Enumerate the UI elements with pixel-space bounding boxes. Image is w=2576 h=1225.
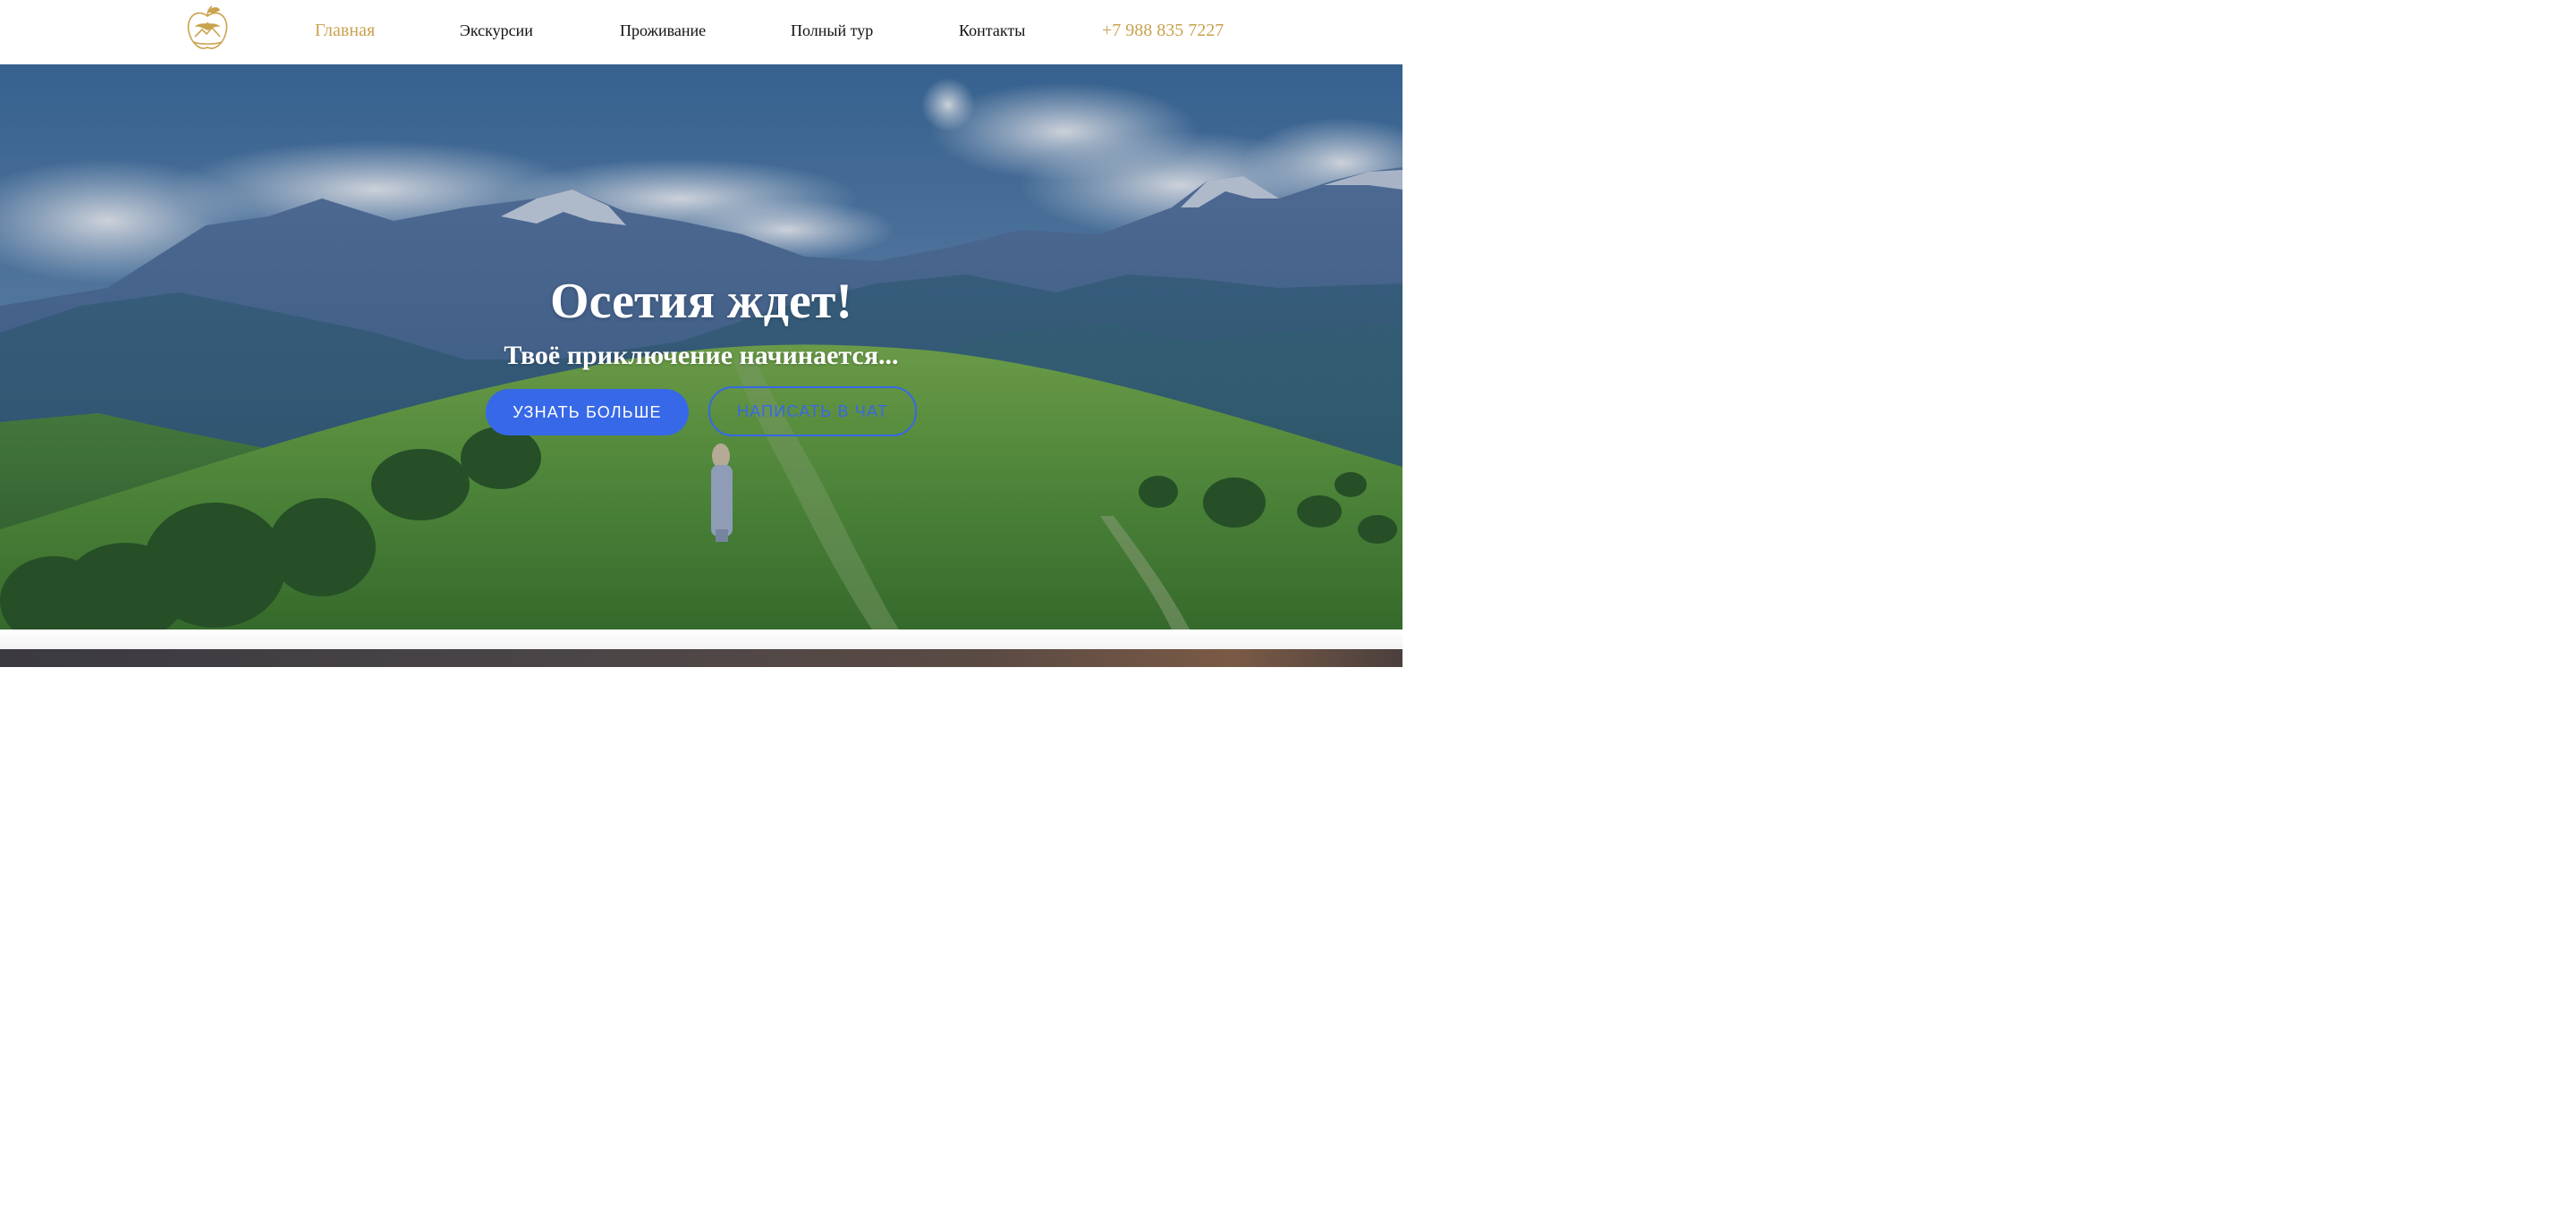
site-header: Главная Экскурсии Проживание Полный тур …	[0, 0, 1402, 64]
next-section-preview	[0, 649, 1402, 667]
nav-item-excursions[interactable]: Экскурсии	[460, 20, 533, 41]
learn-more-button[interactable]: УЗНАТЬ БОЛЬШЕ	[486, 389, 689, 435]
logo-icon[interactable]	[184, 4, 231, 53]
nav-item-accommodation[interactable]: Проживание	[620, 20, 706, 41]
nav-item-contacts[interactable]: Контакты	[959, 20, 1025, 41]
nav-item-home[interactable]: Главная	[315, 20, 375, 41]
hero-section: Осетия ждет! Твоё приключение начинается…	[0, 64, 1402, 629]
nav-item-full-tour[interactable]: Полный тур	[791, 20, 873, 41]
section-divider	[0, 629, 1402, 649]
phone-link[interactable]: +7 988 835 7227	[1102, 19, 1224, 42]
hero-title: Осетия ждет!	[550, 274, 852, 329]
hero-subtitle: Твоё приключение начинается...	[504, 341, 899, 370]
chat-button[interactable]: НАПИСАТЬ В ЧАТ	[708, 386, 917, 436]
